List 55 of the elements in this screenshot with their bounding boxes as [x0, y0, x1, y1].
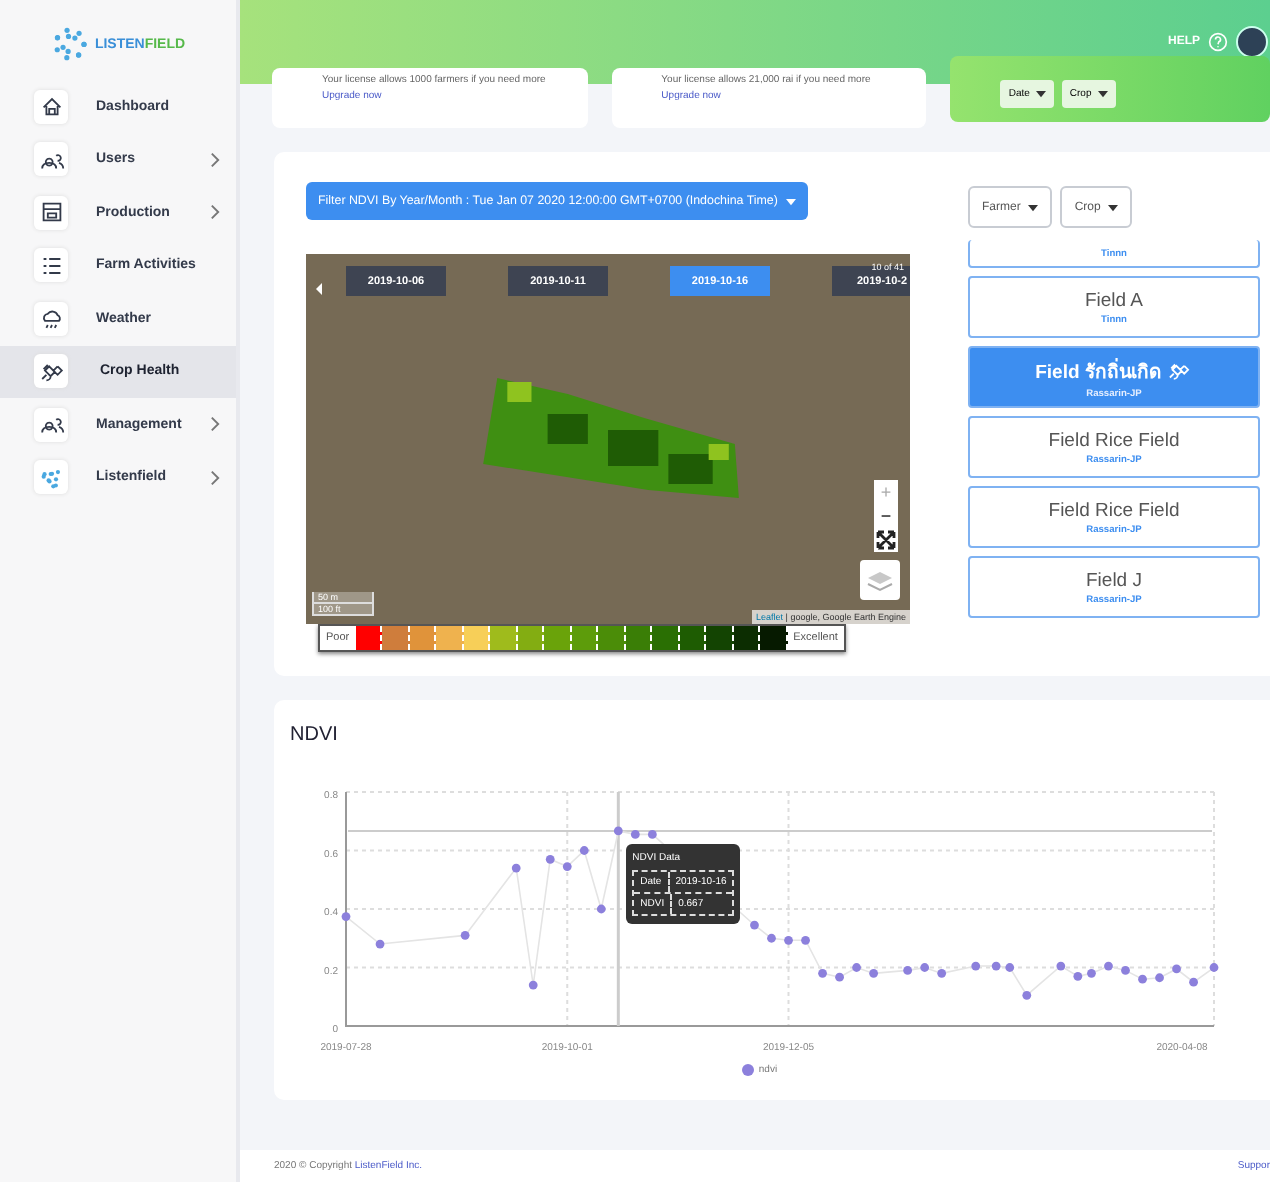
- data-point[interactable]: [835, 972, 844, 982]
- box-icon: [37, 198, 65, 227]
- data-point[interactable]: [579, 846, 589, 855]
- data-point[interactable]: [1155, 973, 1164, 983]
- chevron-icon: [210, 469, 220, 486]
- data-point[interactable]: [528, 980, 538, 990]
- data-point[interactable]: [784, 935, 793, 945]
- data-point[interactable]: [869, 968, 878, 978]
- data-point[interactable]: [511, 863, 521, 873]
- data-point[interactable]: [596, 904, 606, 914]
- data-point[interactable]: [562, 862, 572, 871]
- data-point[interactable]: [903, 966, 913, 975]
- caret-icon: [785, 197, 796, 205]
- data-point[interactable]: [1056, 961, 1066, 971]
- data-point[interactable]: [1138, 974, 1147, 984]
- caret-icon: [1028, 203, 1039, 211]
- avatar-icon[interactable]: [1236, 26, 1268, 58]
- layers-icon[interactable]: [860, 560, 900, 600]
- data-point[interactable]: [767, 933, 776, 943]
- data-point[interactable]: [852, 963, 861, 972]
- data-point[interactable]: [1121, 966, 1130, 975]
- data-point[interactable]: [375, 939, 385, 949]
- chart-title: NDVI: [290, 724, 340, 746]
- data-point[interactable]: [1104, 961, 1113, 971]
- caret-icon: [1035, 90, 1046, 98]
- data-point[interactable]: [1087, 968, 1096, 978]
- caret-icon: [1097, 90, 1108, 98]
- data-point[interactable]: [920, 963, 930, 972]
- data-point[interactable]: [818, 968, 827, 978]
- data-point[interactable]: [801, 935, 810, 945]
- home-icon: [37, 92, 65, 121]
- chevron-icon: [210, 204, 220, 221]
- data-point[interactable]: [647, 830, 657, 839]
- previous-arrow-icon[interactable]: [316, 282, 322, 296]
- chevron-icon: [210, 151, 220, 168]
- fullscreen-icon[interactable]: [876, 530, 896, 550]
- data-point[interactable]: [1209, 963, 1219, 972]
- help-icon[interactable]: [1208, 32, 1228, 52]
- chevron-icon: [210, 416, 220, 433]
- logo-icon: [50, 24, 91, 64]
- data-point[interactable]: [1022, 990, 1032, 1000]
- caret-icon: [1108, 203, 1119, 211]
- data-point[interactable]: [613, 826, 623, 836]
- data-point[interactable]: [937, 968, 947, 978]
- data-point[interactable]: [460, 930, 470, 940]
- data-point[interactable]: [971, 961, 981, 971]
- data-point[interactable]: [1005, 963, 1015, 972]
- data-point[interactable]: [750, 920, 759, 930]
- data-point[interactable]: [341, 912, 351, 921]
- data-point[interactable]: [1073, 971, 1083, 981]
- data-point[interactable]: [991, 961, 1001, 971]
- data-point[interactable]: [1172, 964, 1181, 974]
- data-point[interactable]: [1189, 977, 1198, 987]
- data-point[interactable]: [630, 830, 640, 839]
- data-point[interactable]: [545, 854, 555, 864]
